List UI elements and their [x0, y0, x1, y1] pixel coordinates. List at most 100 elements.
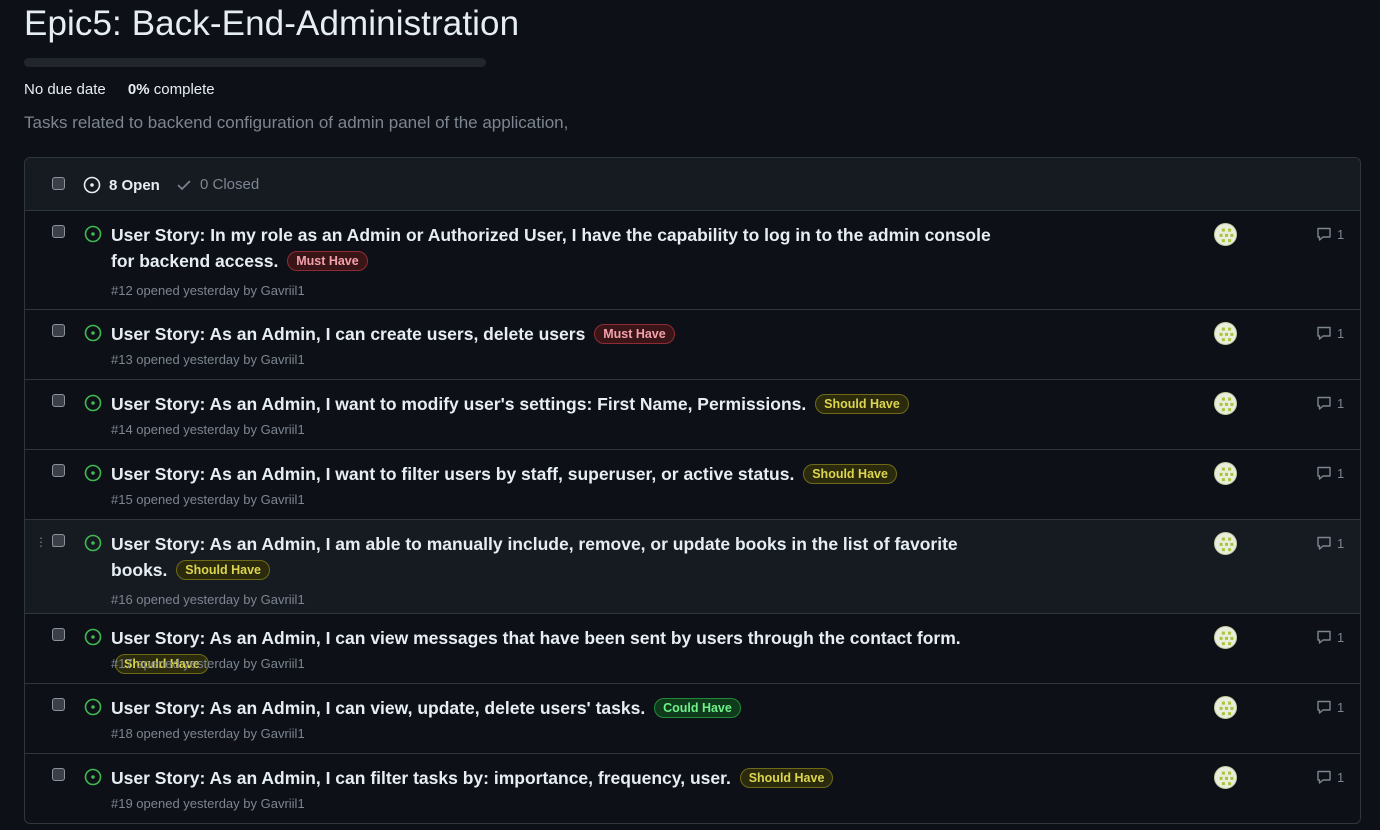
issue-meta[interactable]: #14 opened yesterday by Gavriil1 — [111, 422, 305, 437]
issue-row[interactable]: User Story: As an Admin, I can create us… — [25, 310, 1360, 380]
check-icon — [177, 180, 191, 190]
assignee-avatar[interactable] — [1214, 462, 1237, 485]
comment-icon — [1317, 326, 1331, 340]
comment-icon — [1317, 630, 1331, 644]
comment-count: 1 — [1337, 629, 1345, 645]
issue-meta[interactable]: #16 opened yesterday by Gavriil1 — [111, 592, 305, 607]
comment-icon — [1317, 396, 1331, 410]
assignee-avatar[interactable] — [1214, 223, 1237, 246]
issue-opened-icon — [84, 628, 102, 646]
issue-label[interactable]: Must Have — [594, 324, 675, 344]
assignee-avatar[interactable] — [1214, 696, 1237, 719]
completion-percentage-suffix: complete — [149, 81, 215, 98]
issue-title[interactable]: User Story: In my role as an Admin or Au… — [111, 222, 1011, 274]
comments-link[interactable]: 1 — [1316, 535, 1344, 551]
issue-row[interactable]: User Story: In my role as an Admin or Au… — [25, 211, 1360, 310]
issue-title-text[interactable]: User Story: As an Admin, I want to filte… — [111, 464, 794, 484]
issue-label[interactable]: Should Have — [815, 394, 909, 414]
issue-meta[interactable]: #15 opened yesterday by Gavriil1 — [111, 492, 305, 507]
issue-checkbox[interactable] — [52, 225, 65, 238]
issue-row[interactable]: User Story: As an Admin, I want to filte… — [25, 450, 1360, 520]
comment-count: 1 — [1337, 699, 1345, 715]
issue-title-text[interactable]: User Story: As an Admin, I can filter ta… — [111, 768, 731, 788]
completion-percentage-value: 0% — [127, 81, 150, 98]
issue-row[interactable]: User Story: As an Admin, I can view mess… — [25, 614, 1360, 684]
comments-link[interactable]: 1 — [1316, 226, 1344, 242]
issue-label[interactable]: Could Have — [654, 698, 741, 718]
comment-count: 1 — [1337, 226, 1345, 242]
issue-meta[interactable]: #12 opened yesterday by Gavriil1 — [111, 283, 305, 298]
issue-opened-icon — [84, 464, 102, 482]
issue-row[interactable]: User Story: As an Admin, I can view, upd… — [25, 684, 1360, 754]
issue-title-text[interactable]: User Story: As an Admin, I can view mess… — [111, 628, 961, 648]
assignee-avatar[interactable] — [1214, 626, 1237, 649]
issue-title[interactable]: User Story: As an Admin, I am able to ma… — [111, 531, 1011, 583]
issue-title[interactable]: User Story: As an Admin, I want to filte… — [111, 461, 1011, 487]
comments-link[interactable]: 1 — [1316, 465, 1344, 481]
issue-title-text[interactable]: User Story: As an Admin, I want to modif… — [111, 394, 806, 414]
issue-label[interactable]: Must Have — [287, 251, 368, 271]
comment-count: 1 — [1337, 769, 1345, 785]
issue-row[interactable]: ⋮⋮ User Story: As an Admin, I am able to … — [25, 520, 1360, 614]
issue-label[interactable]: Should Have — [176, 560, 270, 580]
issue-checkbox[interactable] — [52, 768, 65, 781]
comment-count: 1 — [1337, 465, 1345, 481]
issue-opened-icon — [83, 176, 101, 194]
comment-count: 1 — [1337, 395, 1345, 411]
issue-opened-icon — [84, 324, 102, 342]
assignee-avatar[interactable] — [1214, 322, 1237, 345]
issue-opened-icon — [84, 394, 102, 412]
comments-link[interactable]: 1 — [1316, 325, 1344, 341]
issue-opened-icon — [84, 534, 102, 552]
issue-meta[interactable]: #13 opened yesterday by Gavriil1 — [111, 352, 305, 367]
comment-count: 1 — [1337, 325, 1345, 341]
comment-icon — [1317, 770, 1331, 784]
issue-title[interactable]: User Story: As an Admin, I can create us… — [111, 321, 1011, 347]
comment-icon — [1317, 700, 1331, 714]
issue-checkbox[interactable] — [52, 534, 65, 547]
issue-checkbox[interactable] — [52, 324, 65, 337]
milestone-meta: No due date 0% complete — [24, 81, 215, 98]
comment-count: 1 — [1337, 535, 1345, 551]
comments-link[interactable]: 1 — [1316, 629, 1344, 645]
issue-title-text[interactable]: User Story: In my role as an Admin or Au… — [111, 225, 991, 271]
issue-row[interactable]: User Story: As an Admin, I can filter ta… — [25, 754, 1360, 823]
issue-meta[interactable]: #17 opened yesterday by Gavriil1 — [111, 656, 305, 671]
issue-title[interactable]: User Story: As an Admin, I can filter ta… — [111, 765, 1011, 791]
issue-title[interactable]: User Story: As an Admin, I can view, upd… — [111, 695, 1011, 721]
completion-percentage: 0% complete — [128, 81, 215, 98]
issue-meta[interactable]: #19 opened yesterday by Gavriil1 — [111, 796, 305, 811]
issue-label[interactable]: Should Have — [803, 464, 897, 484]
due-date: No due date — [24, 81, 106, 98]
open-issues-label: 8 Open — [109, 176, 160, 194]
issue-opened-icon — [84, 225, 102, 243]
issue-row[interactable]: User Story: As an Admin, I want to modif… — [25, 380, 1360, 450]
issue-title-text[interactable]: User Story: As an Admin, I can create us… — [111, 324, 585, 344]
comment-icon — [1317, 536, 1331, 550]
issue-opened-icon — [84, 768, 102, 786]
milestone-description: Tasks related to backend configuration o… — [24, 113, 569, 132]
comment-icon — [1317, 227, 1331, 241]
issue-label[interactable]: Should Have — [739, 768, 834, 788]
issue-checkbox[interactable] — [52, 394, 65, 407]
issue-title-text[interactable]: User Story: As an Admin, I can view, upd… — [111, 698, 645, 718]
comments-link[interactable]: 1 — [1316, 699, 1344, 715]
issues-list-header: 8 Open 0 Closed — [25, 158, 1360, 211]
closed-issues-label: 0 Closed — [200, 176, 260, 193]
select-all-checkbox[interactable] — [52, 177, 65, 190]
issue-checkbox[interactable] — [52, 698, 65, 711]
issue-title[interactable]: User Story: As an Admin, I want to modif… — [111, 391, 1011, 417]
assignee-avatar[interactable] — [1214, 532, 1237, 555]
comments-link[interactable]: 1 — [1316, 395, 1344, 411]
assignee-avatar[interactable] — [1214, 392, 1237, 415]
issue-meta[interactable]: #18 opened yesterday by Gavriil1 — [111, 726, 305, 741]
comments-link[interactable]: 1 — [1316, 769, 1344, 785]
assignee-avatar[interactable] — [1214, 766, 1237, 789]
issue-opened-icon — [84, 698, 102, 716]
milestone-title: Epic5: Back-End-Administration — [24, 4, 520, 43]
issue-checkbox[interactable] — [52, 628, 65, 641]
closed-issues-tab[interactable]: 0 Closed — [176, 176, 259, 193]
issue-checkbox[interactable] — [52, 464, 65, 477]
open-issues-tab[interactable]: 8 Open — [83, 176, 160, 194]
progress-bar — [24, 58, 486, 67]
